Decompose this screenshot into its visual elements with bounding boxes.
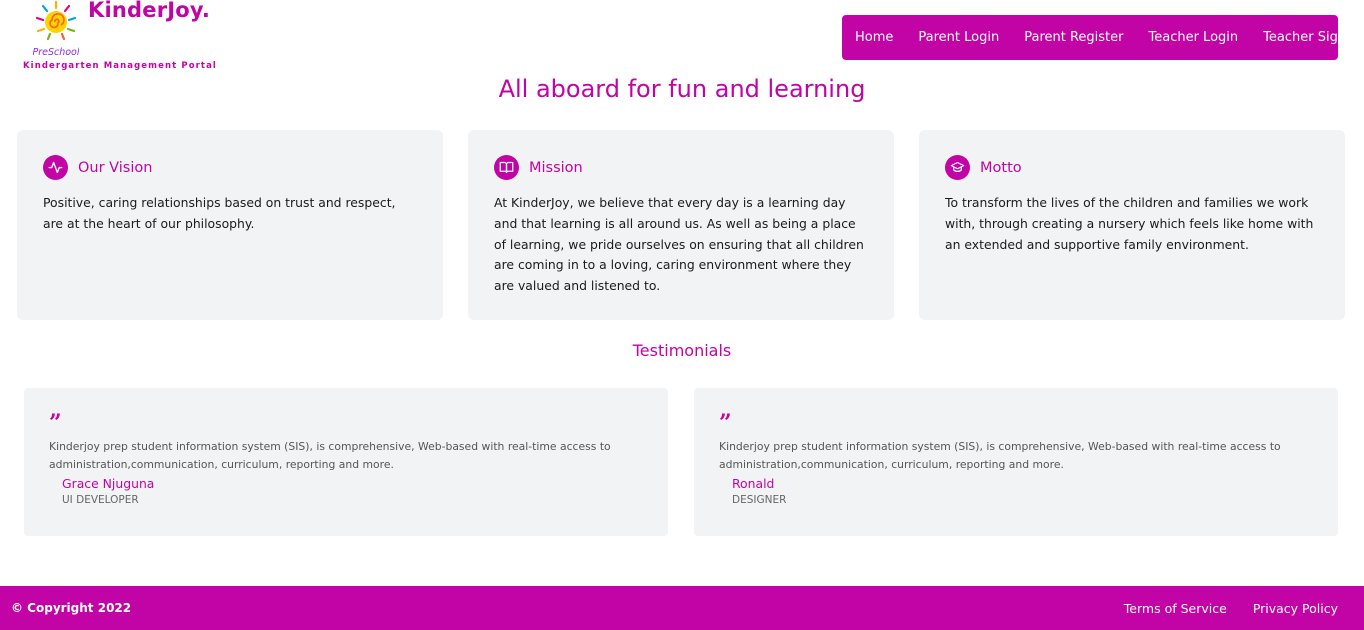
motto-card: Motto To transform the lives of the chil… [919, 130, 1345, 320]
book-open-icon [494, 155, 519, 180]
logo[interactable]: PreSchool KinderJoy. Kindergarten Manage… [23, 0, 223, 72]
copyright: © Copyright 2022 [11, 601, 132, 615]
card-text: Positive, caring relationships based on … [43, 195, 396, 231]
footer-links: Terms of Service Privacy Policy [1098, 601, 1353, 616]
svg-text:PreSchool: PreSchool [33, 47, 79, 58]
testimonial-text: Kinderjoy prep student information syste… [719, 440, 1281, 471]
testimonial-author: Grace Njuguna [62, 476, 155, 491]
brand-tagline: Kindergarten Management Portal [23, 61, 217, 71]
mission-card: Mission At KinderJoy, we believe that ev… [468, 130, 894, 320]
main-nav: Home Parent Login Parent Register Teache… [842, 15, 1363, 60]
card-title: Motto [980, 159, 1022, 176]
nav-teacher-signup[interactable]: Teacher Signup [1263, 30, 1362, 45]
terms-link[interactable]: Terms of Service [1124, 601, 1227, 616]
nav-parent-login[interactable]: Parent Login [918, 30, 999, 45]
nav-teacher-login[interactable]: Teacher Login [1149, 30, 1239, 45]
graduation-cap-icon [945, 155, 970, 180]
testimonial-card: ” Kinderjoy prep student information sys… [694, 388, 1338, 536]
card-text: At KinderJoy, we believe that every day … [494, 195, 864, 294]
testimonial-role: DESIGNER [732, 494, 787, 506]
quote-icon: ” [719, 410, 732, 436]
testimonial-role: UI DEVELOPER [62, 494, 139, 506]
sun-logo-icon: PreSchool [33, 0, 79, 58]
nav-parent-register[interactable]: Parent Register [1024, 30, 1123, 45]
card-title: Our Vision [78, 159, 153, 176]
card-title: Mission [529, 159, 583, 176]
footer: © Copyright 2022 Terms of Service Privac… [0, 586, 1364, 630]
card-text: To transform the lives of the children a… [945, 195, 1314, 252]
testimonial-text: Kinderjoy prep student information syste… [49, 440, 611, 471]
testimonials-title: Testimonials [632, 341, 732, 360]
quote-icon: ” [49, 410, 62, 436]
testimonial-author: Ronald [732, 476, 775, 491]
hero-title: All aboard for fun and learning [498, 75, 866, 103]
activity-icon [43, 155, 68, 180]
testimonial-card: ” Kinderjoy prep student information sys… [24, 388, 668, 536]
nav-home[interactable]: Home [855, 30, 893, 45]
vision-card: Our Vision Positive, caring relationship… [17, 130, 443, 320]
privacy-link[interactable]: Privacy Policy [1253, 601, 1338, 616]
brand-name: KinderJoy. [88, 0, 211, 22]
